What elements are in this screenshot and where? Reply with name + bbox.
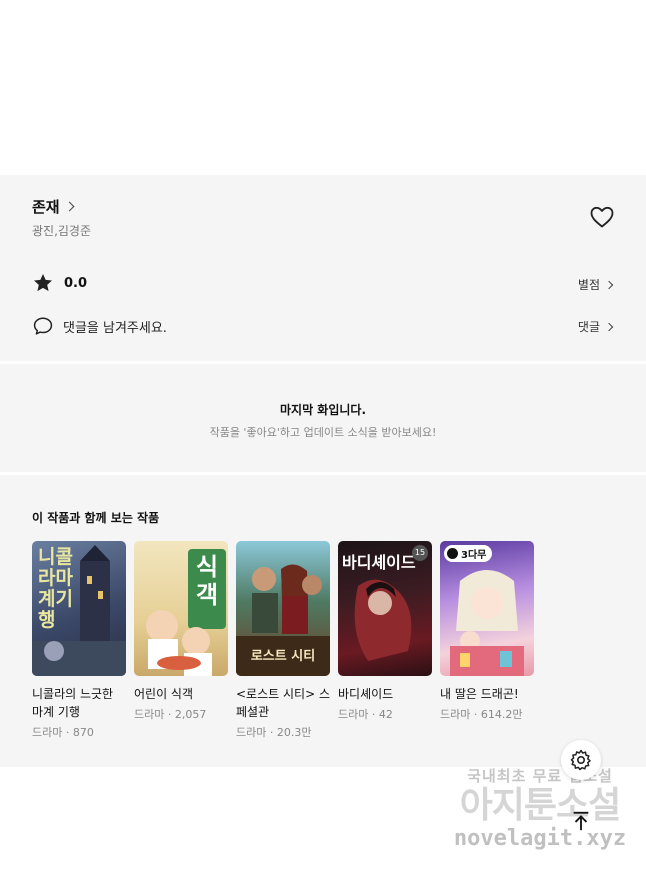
watermark: 국내최초 무료 웹소설 아지툰소설 novelagit.xyz — [440, 765, 640, 851]
settings-button[interactable] — [561, 740, 601, 780]
watermark-url: novelagit.xyz — [453, 826, 627, 851]
cover-image: 바디셰이드 15 — [338, 541, 432, 676]
recommendation-card[interactable]: 니콜라마계기행 니콜라의 느긋한 마계 기행 드라마 · 870 — [32, 541, 126, 740]
card-title: 어린이 식객 — [134, 687, 194, 701]
last-episode-title: 마지막 화입니다. — [279, 403, 367, 417]
recommendation-card[interactable]: 3다무 내 딸은 드래곤! 드라마 · 614.2만 — [440, 541, 534, 740]
rating-value: 0.0 — [64, 275, 88, 291]
cover-image: 식객 — [134, 541, 228, 676]
badge-label: 3다무 — [461, 550, 487, 561]
chevron-right-icon — [64, 201, 75, 212]
card-meta: 드라마 · 20.3만 — [236, 726, 312, 739]
page: 존재 광진,김경준 0.0 별점 댓글을 남겨주세요. 댓글 마지막 화입니다.… — [0, 0, 646, 882]
recommendation-card[interactable]: 로스트 시티 <로스트 시티> 스페셜관 드라마 · 20.3만 — [236, 541, 330, 740]
rating-summary: 0.0 — [32, 272, 87, 294]
cover-title-art: 니콜라마계기행 — [38, 546, 73, 631]
cover-image: 니콜라마계기행 — [32, 541, 126, 676]
last-episode-subtitle: 작품을 '좋아요'하고 업데이트 소식을 받아보세요! — [209, 426, 437, 439]
recommendations-list: 니콜라마계기행 니콜라의 느긋한 마계 기행 드라마 · 870 식객 어린이 … — [32, 541, 534, 740]
work-title: 존재 — [32, 198, 60, 216]
card-meta: 드라마 · 2,057 — [134, 708, 207, 721]
card-title: 내 딸은 드래곤! — [440, 687, 519, 701]
divider — [0, 361, 646, 364]
recommendation-card[interactable]: 바디셰이드 15 바디셰이드 드라마 · 42 — [338, 541, 432, 740]
age-rating-badge: 15 — [412, 545, 428, 561]
comments-link-label: 댓글 — [577, 320, 600, 334]
heart-icon[interactable] — [589, 205, 615, 229]
divider — [0, 472, 646, 475]
arrow-to-top-icon — [573, 811, 589, 831]
speech-bubble-icon — [33, 317, 53, 335]
chevron-right-icon — [604, 280, 614, 289]
card-title: 니콜라의 느긋한 마계 기행 — [32, 687, 114, 719]
recommendations-heading: 이 작품과 함께 보는 작품 — [32, 511, 160, 525]
watermark-line2: 아지툰소설 — [459, 785, 622, 826]
star-icon — [34, 274, 52, 292]
watermark-line1: 국내최초 무료 웹소설 — [467, 767, 613, 785]
card-title: <로스트 시티> 스페셜관 — [236, 687, 330, 719]
cover-title-art: 로스트 시티 — [250, 649, 316, 664]
cover-title-art: 바디셰이드 — [342, 553, 416, 572]
comment-prompt-row[interactable]: 댓글을 남겨주세요. — [32, 315, 167, 337]
work-authors: 광진,김경준 — [32, 224, 92, 238]
recommendation-card[interactable]: 식객 어린이 식객 드라마 · 2,057 — [134, 541, 228, 740]
card-meta: 드라마 · 614.2만 — [440, 708, 523, 721]
chevron-right-icon — [604, 322, 614, 331]
gear-icon — [570, 749, 591, 771]
cover-title-art: 식객 — [196, 553, 219, 609]
comment-prompt: 댓글을 남겨주세요. — [63, 320, 167, 336]
card-meta: 드라마 · 42 — [338, 708, 393, 721]
clock-icon — [447, 548, 458, 559]
scroll-to-top-button[interactable] — [565, 805, 597, 837]
cover-image: 3다무 — [440, 541, 534, 676]
cover-image: 로스트 시티 — [236, 541, 330, 676]
card-meta: 드라마 · 870 — [32, 726, 94, 739]
comments-link[interactable]: 댓글 — [577, 318, 614, 335]
work-title-link[interactable]: 존재 — [32, 196, 75, 217]
rate-link[interactable]: 별점 — [577, 276, 614, 293]
rate-link-label: 별점 — [577, 278, 600, 292]
card-title: 바디셰이드 — [338, 687, 394, 701]
free-episodes-badge: 3다무 — [444, 545, 493, 562]
